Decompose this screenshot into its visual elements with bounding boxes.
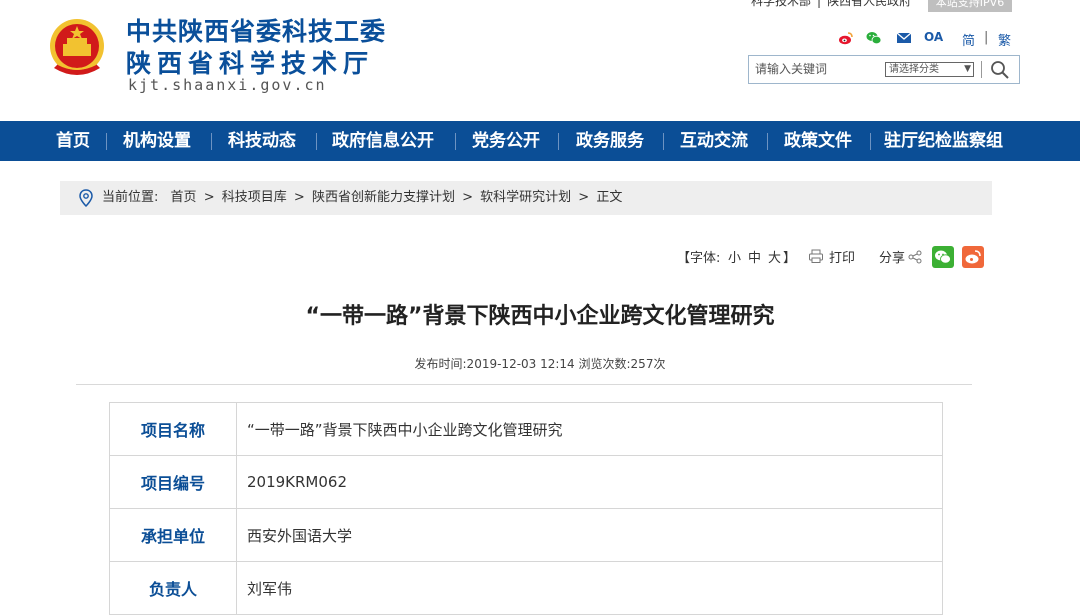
print-button[interactable]: 打印 [829,247,855,266]
nav-separator [106,133,107,150]
breadcrumb-innovation-plan[interactable]: 陕西省创新能力支撑计划 [312,190,455,205]
nav-tech-news[interactable]: 科技动态 [228,121,296,161]
nav-discipline-inspection[interactable]: 驻厅纪检监察组 [884,121,1003,161]
nav-interaction[interactable]: 互动交流 [680,121,748,161]
link-most[interactable]: 科学技术部 [751,0,811,8]
breadcrumb-project-library[interactable]: 科技项目库 [222,190,287,205]
row-key-project-name: 项目名称 [109,402,237,456]
nav-party-affairs[interactable]: 党务公开 [472,121,540,161]
search-icon [991,61,1009,79]
top-links: 科学技术部 | 陕西省人民政府 [748,0,914,9]
share-wechat-button[interactable] [932,246,954,268]
oa-link[interactable]: OA [924,30,943,44]
article-title: “一带一路”背景下陕西中小企业跨文化管理研究 [305,304,775,329]
row-value-project-number: 2019KRM062 [236,455,943,509]
nav-policy[interactable]: 政策文件 [784,121,852,161]
location-pin-icon [78,189,94,208]
search-box: 请选择分类 ▼ [748,55,1020,84]
wechat-icon [935,250,951,264]
site-title-line1: 中共陕西省委科技工委 [126,17,387,46]
breadcrumb-separator: > [462,190,473,205]
nav-separator [211,133,212,150]
nav-gov-info[interactable]: 政府信息公开 [332,121,434,161]
font-large-button[interactable]: 大 [768,247,781,266]
ipv6-badge: 本站支持IPV6 [928,0,1012,12]
font-small-button[interactable]: 小 [728,247,741,266]
weibo-icon[interactable] [838,30,854,46]
font-medium-button[interactable]: 中 [748,247,761,266]
nav-separator [316,133,317,150]
row-key-organization: 承担单位 [109,508,237,562]
article-meta: 发布时间:2019-12-03 12:14 浏览次数:257次 [414,357,666,371]
row-value-leader: 刘军伟 [236,561,943,615]
breadcrumb-separator: > [203,190,215,205]
breadcrumb-trail: 当前位置: 首页 > 科技项目库 > 陕西省创新能力支撑计划 > 软科学研究计划… [102,181,625,215]
share-weibo-button[interactable] [962,246,984,268]
main-nav: 首页 机构设置 科技动态 政府信息公开 党务公开 政务服务 互动交流 政策文件 … [0,121,1080,161]
nav-gov-services[interactable]: 政务服务 [576,121,644,161]
project-info-table: 项目名称 “一带一路”背景下陕西中小企业跨文化管理研究 项目编号 2019KRM… [109,402,943,615]
nav-organization[interactable]: 机构设置 [123,121,191,161]
lang-separator: | [984,30,989,45]
nav-separator [558,133,559,150]
chevron-down-icon: ▼ [964,64,971,74]
toplink-separator: | [817,0,822,8]
print-icon[interactable] [808,248,824,264]
breadcrumb-separator: > [293,190,305,205]
nav-separator [870,133,871,150]
breadcrumb-current: 正文 [596,190,623,205]
nav-home[interactable]: 首页 [56,121,90,161]
share-icon [908,249,922,264]
lang-traditional[interactable]: 繁 [998,30,1011,49]
lang-simplified[interactable]: 简 [962,30,975,49]
breadcrumb-separator: > [578,190,590,205]
wechat-icon[interactable] [866,30,882,46]
category-select[interactable]: 请选择分类 ▼ [885,62,974,77]
share-label: 分享 [879,251,906,266]
search-divider [981,61,982,78]
row-value-project-name: “一带一路”背景下陕西中小企业跨文化管理研究 [236,402,943,456]
row-key-leader: 负责人 [109,561,237,615]
category-select-value: 请选择分类 [889,64,939,75]
table-row: 负责人 刘军伟 [109,561,943,615]
nav-separator [455,133,456,150]
table-row: 项目编号 2019KRM062 [109,455,943,509]
search-input[interactable] [755,60,875,78]
font-size-close: 】 [783,251,797,266]
mail-icon[interactable] [896,30,912,46]
weibo-icon [965,250,981,264]
search-button[interactable] [989,59,1011,81]
table-row: 承担单位 西安外国语大学 [109,508,943,562]
breadcrumb-home[interactable]: 首页 [171,190,197,205]
site-domain: kjt.shaanxi.gov.cn [128,76,327,94]
breadcrumb: 当前位置: 首页 > 科技项目库 > 陕西省创新能力支撑计划 > 软科学研究计划… [60,181,992,215]
national-emblem-logo [48,16,106,82]
title-divider [76,384,972,385]
nav-separator [767,133,768,150]
row-value-organization: 西安外国语大学 [236,508,943,562]
site-title-line2: 陕西省科学技术厅 [126,49,375,78]
font-size-label: 【字体: [677,251,721,266]
row-key-project-number: 项目编号 [109,455,237,509]
nav-separator [663,133,664,150]
breadcrumb-label: 当前位置: [102,190,159,205]
breadcrumb-soft-science[interactable]: 软科学研究计划 [480,190,571,205]
link-shaanxi-gov[interactable]: 陕西省人民政府 [827,0,911,8]
table-row: 项目名称 “一带一路”背景下陕西中小企业跨文化管理研究 [109,402,943,456]
